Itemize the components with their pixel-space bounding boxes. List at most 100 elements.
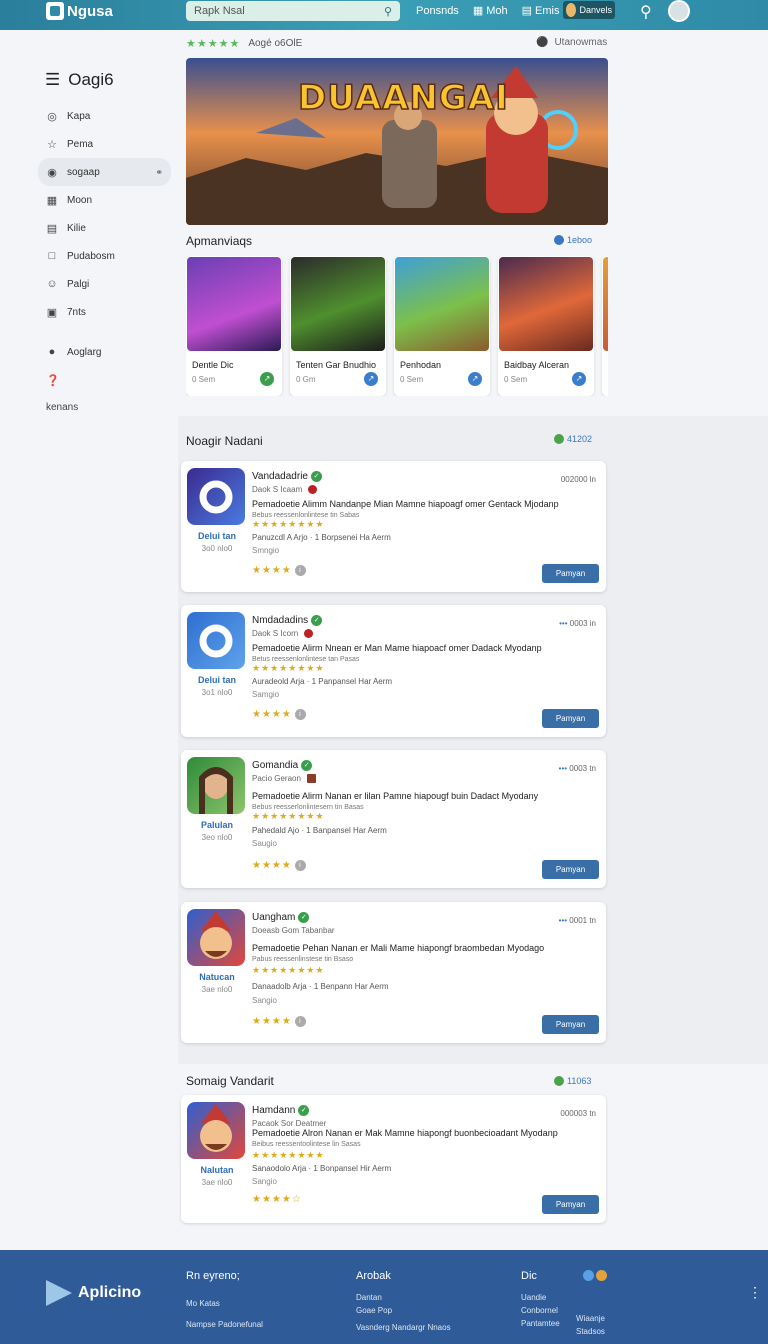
- install-button[interactable]: Pamyan: [542, 860, 599, 879]
- footer-link[interactable]: Wiaanje: [576, 1312, 605, 1325]
- ring-icon: [199, 624, 233, 658]
- sidebar-item-aoglarg[interactable]: ● Aoglarg: [40, 338, 175, 366]
- app-name: Vandadadrie ✓: [252, 471, 322, 482]
- tile-artwork: [603, 257, 608, 351]
- install-button[interactable]: Pamyan: [542, 564, 599, 583]
- apps-section-count[interactable]: 1eboo: [554, 235, 592, 245]
- featured-banner[interactable]: DUAANGAI: [186, 58, 608, 225]
- app-category: Samgio: [252, 690, 280, 699]
- top-link-emis[interactable]: ▤ Emis: [522, 4, 560, 18]
- footer-social: [583, 1270, 607, 1281]
- tile-name: Penhodan: [400, 360, 442, 370]
- app-name-text: Hamdann: [252, 1105, 296, 1116]
- app-description: Pemadoetie Alron Nanan er Mak Mamne hiap…: [252, 1128, 558, 1138]
- app-card[interactable]: Delui tan 3o0 nlo0 Vandadadrie ✓ Daok S I…: [181, 461, 606, 592]
- sidebar-item-kilie[interactable]: ▤ Kilie: [40, 214, 175, 242]
- sidebar-item-label: Pema: [67, 138, 94, 150]
- link-icon: ⚭: [155, 166, 163, 177]
- more-vertical-icon[interactable]: ⋮: [748, 1284, 762, 1301]
- app-tile[interactable]: Baidbay Alceran 0 Sem ↗: [498, 256, 594, 396]
- apps-section-title: Apmanviaqs: [186, 234, 253, 248]
- top-navigation-bar: Ngusa ⚲ Ponsnds ▦Moh ▤Emis Danvels ⚲: [0, 0, 768, 30]
- app-tile[interactable]: Penhodan 0 Sem ↗: [394, 256, 490, 396]
- app-tile[interactable]: Dentle Dic 0 Sem ↗: [186, 256, 282, 396]
- app-tile[interactable]: Tenten Gar Bnudhio 0 Gm ↗: [290, 256, 386, 396]
- footer-col-3: Dic Uandie Conbornel Pantamtee: [521, 1270, 560, 1330]
- second-section-title: Somaig Vandarit: [186, 1074, 274, 1088]
- search-box[interactable]: ⚲: [186, 1, 400, 21]
- top-links: Ponsnds ▦ Moh ▤ Emis: [416, 4, 560, 18]
- footer-link[interactable]: Conbornel: [521, 1304, 560, 1317]
- count-icon: [554, 235, 564, 245]
- app-meta: Beibus reessentoolintese lin Sasas: [252, 1141, 361, 1148]
- social-icon[interactable]: [596, 1270, 607, 1281]
- list-section-count[interactable]: 41202: [554, 434, 592, 444]
- footer-col-4: Wiaanje Stadsos: [576, 1312, 605, 1338]
- install-button[interactable]: Pamyan: [542, 709, 599, 728]
- footer-link[interactable]: Goae Pop: [356, 1304, 451, 1317]
- user-icon: ☺: [46, 278, 58, 290]
- footer-link[interactable]: Stadsos: [576, 1325, 605, 1338]
- verified-icon: ✓: [301, 760, 313, 771]
- sidebar-item-help[interactable]: ❓: [40, 366, 175, 394]
- magnifier-icon[interactable]: ⚲: [640, 2, 652, 22]
- sidebar-item-sogaap[interactable]: ◉ sogaap ⚭: [38, 158, 171, 186]
- app-icon-label: Palulan: [200, 820, 233, 830]
- app-icon-label: Nalutan: [200, 1165, 234, 1175]
- app-card[interactable]: Palulan 3eo nlo0 Gomandia ✓ Pacio Geraon …: [181, 750, 606, 888]
- app-name: Uangham ✓: [252, 912, 310, 923]
- sidebar-item-pema[interactable]: ☆ Pema: [40, 130, 175, 158]
- footer-link[interactable]: Mo Katas: [186, 1297, 263, 1310]
- app-tile-partial[interactable]: [602, 256, 608, 396]
- portrait-icon: [199, 767, 233, 814]
- footer-link[interactable]: Dantan: [356, 1291, 451, 1304]
- rating-row: ★★★★★ Aogé o6OlE: [186, 37, 302, 50]
- sidebar-item-pudabosm[interactable]: □ Pudabosm: [40, 242, 175, 270]
- person-icon: ☆: [47, 138, 57, 151]
- app-name: Hamdann ✓: [252, 1105, 310, 1116]
- menu-icon[interactable]: ☰: [45, 70, 60, 90]
- sidebar-item-label: Kapa: [67, 110, 91, 122]
- sidebar-item-kapa[interactable]: ◎ Kapa: [40, 102, 175, 130]
- install-button[interactable]: Pamyan: [542, 1195, 599, 1214]
- second-section-count[interactable]: 11063: [554, 1076, 591, 1086]
- app-name-text: Gomandia: [252, 760, 299, 771]
- tile-sub: 0 Sem: [400, 375, 424, 384]
- install-button[interactable]: Pamyan: [542, 1015, 599, 1034]
- apps-count-text: 1eboo: [567, 235, 593, 245]
- footer-logo[interactable]: Aplicino: [46, 1280, 141, 1306]
- app-size: ••• 0001 tn: [559, 916, 596, 925]
- download-icon[interactable]: ↗: [260, 372, 274, 386]
- app-card[interactable]: Natucan 3ae nlo0 Uangham ✓ Doeasb Gom Tab…: [181, 902, 606, 1043]
- ring-icon: [199, 480, 233, 514]
- footer-link[interactable]: Uandie: [521, 1291, 560, 1304]
- search-icon[interactable]: ⚲: [384, 5, 392, 18]
- footer-link[interactable]: Pantamtee: [521, 1317, 560, 1330]
- sidebar-item-moon[interactable]: ▦ Moon: [40, 186, 175, 214]
- download-icon[interactable]: ↗: [572, 372, 586, 386]
- square-icon: □: [48, 250, 56, 262]
- sidebar-link[interactable]: kenans: [40, 402, 175, 413]
- footer-link[interactable]: Nampse Padonefunal: [186, 1318, 263, 1331]
- profile-avatar[interactable]: [668, 0, 690, 22]
- app-card[interactable]: Delui tan 3o1 nlo0 Nmdadadins ✓ Daok S Ic…: [181, 605, 606, 737]
- app-rating: ★★★★☆: [252, 1194, 302, 1205]
- download-icon[interactable]: ↗: [364, 372, 378, 386]
- download-icon[interactable]: ↗: [468, 372, 482, 386]
- app-logo[interactable]: Ngusa: [46, 2, 113, 20]
- notify-toggle[interactable]: ⚫ Utanowmas: [536, 37, 607, 48]
- verified-icon: ✓: [311, 615, 323, 626]
- app-card[interactable]: Nalutan 3ae nlo0 Hamdann ✓ Pacaok Sor Dea…: [181, 1095, 606, 1223]
- top-link-ponsnds[interactable]: Ponsnds: [416, 5, 459, 17]
- footer-link[interactable]: Vasnderg Nandargr Nnaos: [356, 1321, 451, 1334]
- verified-icon: ✓: [298, 1105, 310, 1116]
- search-input[interactable]: [194, 5, 374, 17]
- cart-icon: ▤: [46, 222, 58, 235]
- social-icon[interactable]: [583, 1270, 594, 1281]
- user-chip[interactable]: Danvels: [563, 1, 615, 19]
- top-link-moh[interactable]: ▦ Moh: [473, 4, 508, 18]
- sidebar-item-palgi[interactable]: ☺ Palgi: [40, 270, 175, 298]
- footer-col-title: Rn eyreno;: [186, 1270, 240, 1282]
- sidebar-item-7nts[interactable]: ▣ 7nts: [40, 298, 175, 326]
- settings-icon: ●: [48, 346, 56, 358]
